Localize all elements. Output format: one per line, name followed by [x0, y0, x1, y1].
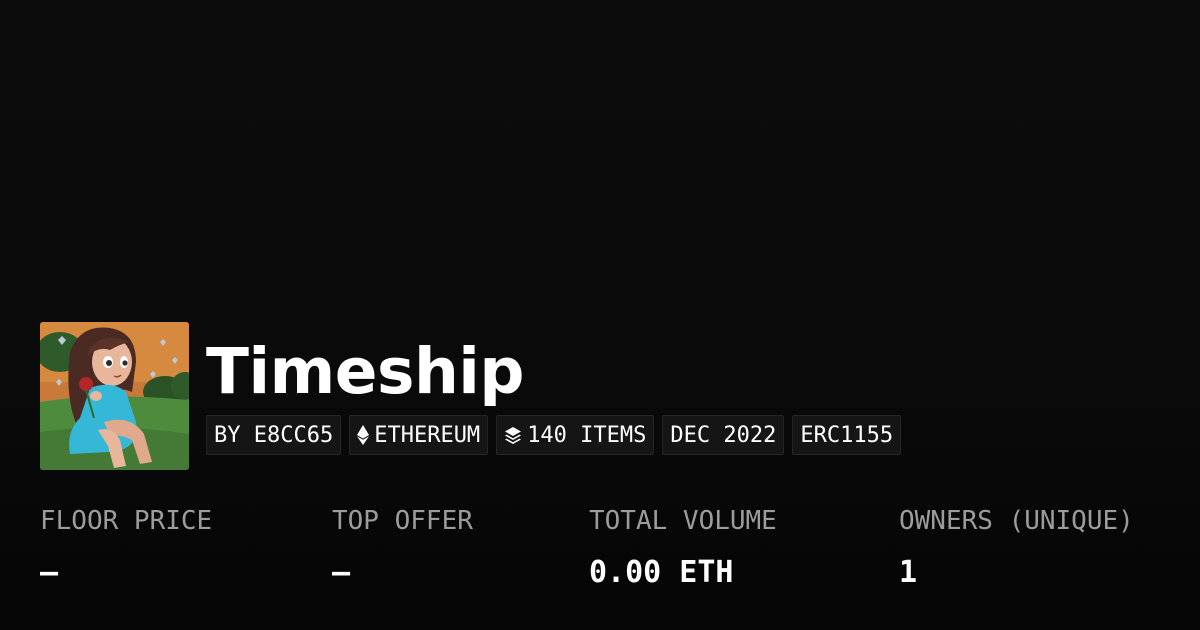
- floor-price-value: –: [40, 555, 59, 590]
- collection-tags: BY E8CC65 ETHEREUM 140 ITEMS DEC 2022 ER…: [206, 415, 902, 455]
- floor-price-label: FLOOR PRICE: [40, 506, 213, 536]
- total-volume-label: TOTAL VOLUME: [589, 506, 777, 536]
- top-offer-label: TOP OFFER: [332, 506, 473, 536]
- total-volume-stat: TOTAL VOLUME 0.00 ETH: [589, 503, 777, 593]
- date-tag-label: DEC 2022: [670, 422, 777, 448]
- top-offer-value: –: [332, 555, 351, 590]
- items-tag[interactable]: 140 ITEMS: [496, 415, 655, 455]
- standard-tag-label: ERC1155: [800, 422, 894, 448]
- collection-card: Timeship BY E8CC65 ETHEREUM 140 ITEMS DE…: [0, 0, 1200, 630]
- owners-label: OWNERS (UNIQUE): [899, 506, 1134, 536]
- chain-tag[interactable]: ETHEREUM: [349, 415, 489, 455]
- layers-icon: [504, 426, 522, 444]
- items-tag-label: 140 ITEMS: [527, 422, 647, 448]
- collection-title: Timeship: [206, 335, 524, 408]
- top-offer-stat: TOP OFFER –: [332, 503, 473, 593]
- creator-tag[interactable]: BY E8CC65: [206, 415, 342, 455]
- total-volume-value: 0.00 ETH: [589, 555, 734, 590]
- date-tag: DEC 2022: [662, 415, 785, 455]
- ethereum-icon: [357, 425, 370, 445]
- floor-price-stat: FLOOR PRICE –: [40, 503, 212, 593]
- creator-tag-label: BY E8CC65: [214, 422, 334, 448]
- collection-avatar: [40, 322, 189, 470]
- owners-stat: OWNERS (UNIQUE) 1: [899, 503, 1134, 593]
- standard-tag: ERC1155: [792, 415, 902, 455]
- owners-value: 1: [899, 555, 918, 590]
- chain-tag-label: ETHEREUM: [374, 422, 481, 448]
